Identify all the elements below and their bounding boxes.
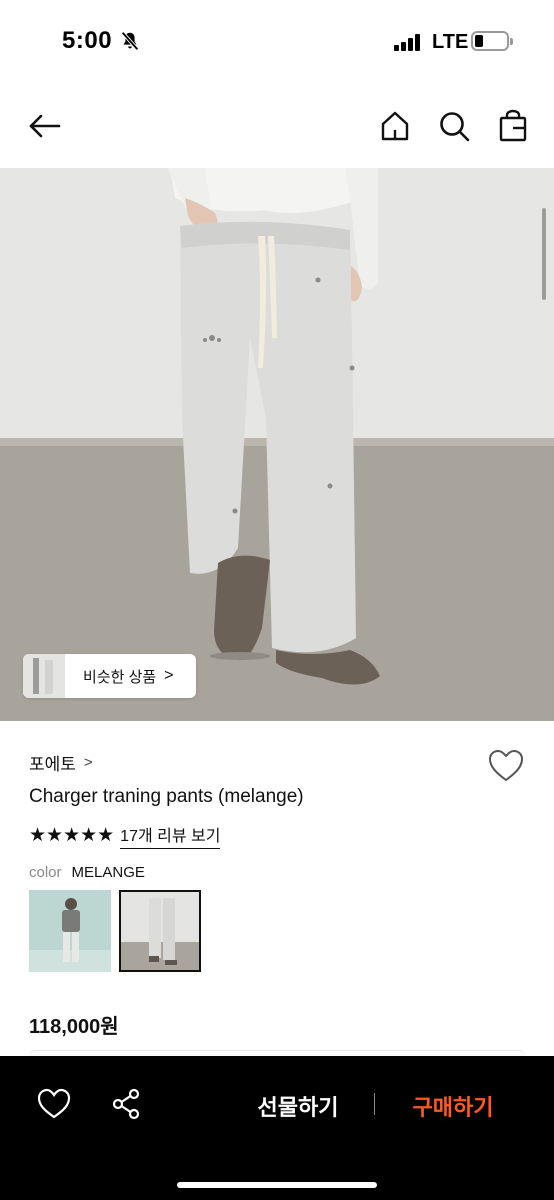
status-time: 5:00	[62, 27, 113, 54]
cart-button[interactable]	[495, 108, 531, 144]
reviews-link[interactable]: 17개 리뷰 보기	[120, 822, 221, 849]
heart-icon[interactable]	[37, 1088, 71, 1120]
swatch-1-thumbnail	[29, 890, 111, 972]
back-button[interactable]	[26, 108, 62, 144]
gift-button[interactable]: 선물하기	[238, 1090, 358, 1122]
option-label: color	[29, 864, 62, 881]
shopping-bag-icon	[499, 109, 527, 142]
color-swatch-1[interactable]	[29, 890, 111, 972]
product-title: Charger traning pants (melange)	[29, 786, 304, 807]
top-navigation	[0, 84, 554, 168]
chevron-right-icon: >	[83, 754, 93, 771]
color-swatch-2[interactable]	[119, 890, 201, 972]
signal-bars-icon	[394, 33, 424, 51]
product-photo-illustration	[0, 168, 554, 721]
home-button[interactable]	[377, 108, 413, 144]
chevron-right-icon: >	[164, 667, 174, 684]
share-icon[interactable]	[110, 1088, 142, 1120]
product-price: 118,000원	[29, 1016, 119, 1038]
heart-icon	[488, 749, 524, 782]
search-icon	[440, 112, 470, 142]
battery-icon	[471, 31, 513, 51]
bell-slash-icon	[121, 31, 139, 51]
brand-name: 포에토	[29, 755, 76, 774]
search-button[interactable]	[436, 108, 472, 144]
divider	[374, 1093, 375, 1115]
star-rating: ★★★★★	[29, 825, 115, 846]
product-photo[interactable]: 비슷한 상품 >	[0, 168, 554, 721]
scroll-indicator	[542, 208, 546, 300]
swatch-2-thumbnail	[121, 892, 199, 970]
back-arrow-icon	[29, 114, 61, 138]
similar-products-thumbnail	[23, 654, 65, 698]
status-bar: 5:00 LTE	[0, 0, 554, 84]
similar-products-label: 비슷한 상품	[83, 668, 157, 686]
network-label: LTE	[432, 31, 469, 53]
color-option: color MELANGE	[29, 864, 145, 881]
home-icon	[381, 111, 409, 141]
rating-row: ★★★★★ 17개 리뷰 보기	[29, 822, 221, 849]
option-value: MELANGE	[71, 864, 145, 881]
brand-link[interactable]: 포에토 >	[29, 750, 93, 775]
bottom-action-bar: 선물하기 구매하기	[0, 1056, 554, 1200]
wishlist-button[interactable]	[487, 748, 525, 784]
home-indicator[interactable]	[177, 1182, 377, 1188]
buy-button[interactable]: 구매하기	[393, 1090, 513, 1122]
similar-products-button[interactable]: 비슷한 상품 >	[23, 654, 196, 698]
